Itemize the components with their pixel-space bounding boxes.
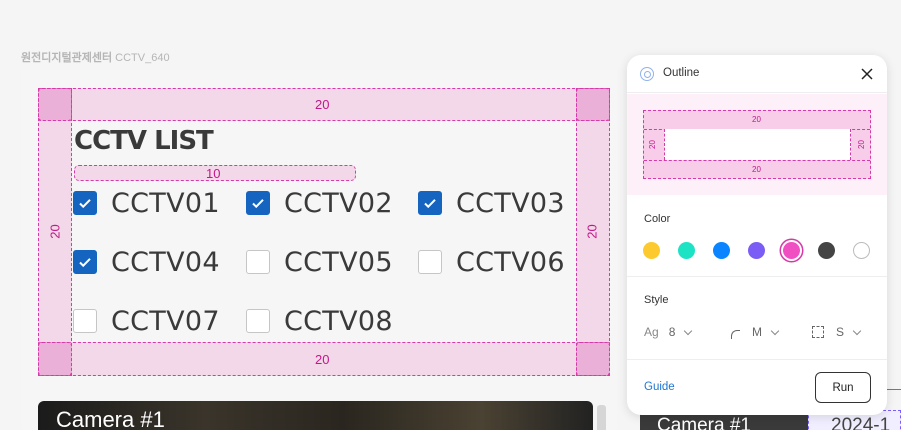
frame-label-id: CCTV_640 <box>115 52 170 64</box>
outline-preview: 20 20 20 20 <box>627 94 887 195</box>
text-style-icon: Ag <box>644 325 659 339</box>
cctv-item-04[interactable]: CCTV04 <box>73 246 220 278</box>
color-swatch-yellow[interactable] <box>643 242 660 259</box>
cctv-item-label: CCTV07 <box>111 305 220 337</box>
cctv-item-label: CCTV08 <box>284 305 393 337</box>
checkbox-unchecked[interactable] <box>73 309 97 333</box>
divider <box>627 276 887 277</box>
color-swatch-dark[interactable] <box>818 242 835 259</box>
color-swatch-teal[interactable] <box>678 242 695 259</box>
cctv-item-01[interactable]: CCTV01 <box>73 187 220 219</box>
checkbox-checked[interactable] <box>73 191 97 215</box>
panel-header: Outline <box>627 55 887 93</box>
outline-corner-tr <box>576 88 610 121</box>
chevron-down-icon <box>852 326 862 335</box>
check-icon <box>424 199 436 209</box>
cctv-item-label: CCTV03 <box>456 187 565 219</box>
cctv-item-08[interactable]: CCTV08 <box>246 305 393 337</box>
checkbox-checked[interactable] <box>418 191 442 215</box>
border-select[interactable]: S <box>812 325 862 339</box>
camera-title: Camera #1 <box>56 407 165 430</box>
date-text: 2024-1 <box>831 415 891 430</box>
checkbox-checked[interactable] <box>246 191 270 215</box>
outline-right-label: 20 <box>584 224 600 239</box>
color-label: Color <box>644 213 671 225</box>
target-icon <box>640 67 654 81</box>
cctv-item-label: CCTV02 <box>284 187 393 219</box>
guide-link[interactable]: Guide <box>644 381 675 393</box>
preview-top-label: 20 <box>752 115 761 124</box>
cctv-item-06[interactable]: CCTV06 <box>418 246 565 278</box>
outline-bottom-label: 20 <box>315 352 330 367</box>
cctv-item-07[interactable]: CCTV07 <box>73 305 220 337</box>
cctv-item-label: CCTV04 <box>111 246 220 278</box>
outline-gap-label: 10 <box>206 166 221 181</box>
corner-radius-icon <box>731 329 740 339</box>
cctv-item-02[interactable]: CCTV02 <box>246 187 393 219</box>
check-icon <box>79 199 91 209</box>
text-size-select[interactable]: Ag 8 <box>644 325 693 339</box>
border-value: S <box>836 325 845 339</box>
checkbox-checked[interactable] <box>73 250 97 274</box>
checkbox-unchecked[interactable] <box>246 309 270 333</box>
text-size-value: 8 <box>668 325 676 339</box>
color-swatch-purple[interactable] <box>748 242 765 259</box>
preview-left-label: 20 <box>647 140 657 149</box>
cctv-list-title: CCTV LIST <box>74 126 214 156</box>
color-swatch-white[interactable] <box>853 242 870 259</box>
preview-right-label: 20 <box>856 140 866 149</box>
frame-label: 원전디지털관제센터 CCTV_640 <box>21 49 170 65</box>
cctv-item-label: CCTV06 <box>456 246 565 278</box>
cctv-item-03[interactable]: CCTV03 <box>418 187 565 219</box>
preview-guide-bottom <box>644 160 870 161</box>
radius-value: M <box>752 325 762 339</box>
outline-corner-br <box>576 342 610 376</box>
close-icon[interactable] <box>859 66 875 82</box>
check-icon <box>252 199 264 209</box>
panel-title: Outline <box>663 67 700 79</box>
radius-select[interactable]: M <box>731 325 780 339</box>
style-label: Style <box>644 294 669 306</box>
divider <box>627 359 887 360</box>
frame-label-korean: 원전디지털관제센터 <box>21 52 113 64</box>
outline-left-label: 20 <box>47 224 63 239</box>
run-button[interactable]: Run <box>815 372 871 403</box>
cctv-item-label: CCTV05 <box>284 246 393 278</box>
preview-outer: 20 20 20 20 <box>643 110 871 179</box>
camera-title-secondary: Camera #1 <box>657 415 751 430</box>
preview-bottom-label: 20 <box>752 165 761 174</box>
cctv-item-05[interactable]: CCTV05 <box>246 246 393 278</box>
camera-card[interactable]: Camera #1 <box>38 401 593 430</box>
checkbox-unchecked[interactable] <box>418 250 442 274</box>
outline-corner-bl <box>38 342 72 376</box>
chevron-down-icon <box>684 326 693 335</box>
preview-inner <box>664 129 851 160</box>
outline-corner-tl <box>38 88 72 121</box>
color-swatch-pink[interactable] <box>783 242 800 259</box>
scrollbar[interactable] <box>597 405 606 430</box>
outline-panel: Outline 20 20 20 20 Color Style Ag 8 M S… <box>627 55 887 415</box>
check-icon <box>79 258 91 268</box>
checkbox-unchecked[interactable] <box>246 250 270 274</box>
border-dashed-icon <box>812 326 824 338</box>
outline-top-label: 20 <box>315 97 330 112</box>
cctv-item-label: CCTV01 <box>111 187 220 219</box>
color-swatch-blue[interactable] <box>713 242 730 259</box>
chevron-down-icon <box>770 326 780 335</box>
